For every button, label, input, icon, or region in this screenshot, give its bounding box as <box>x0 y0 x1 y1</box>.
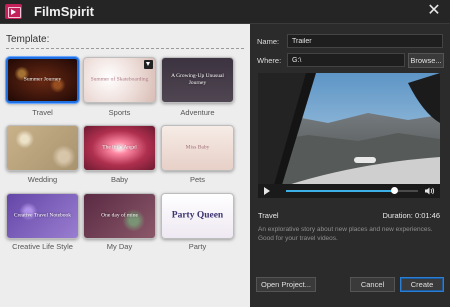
seek-progress <box>286 190 395 192</box>
tile-thumbnail-text: Summer of Skateboarding <box>90 76 149 83</box>
template-tile-baby[interactable]: The little Angel <box>83 125 156 171</box>
name-label: Name: <box>257 37 280 46</box>
tile-thumbnail-text: One day of mine <box>101 212 138 219</box>
template-label-party: Party <box>188 242 207 251</box>
film-logo-icon <box>5 4 22 19</box>
browse-button[interactable]: Browse... <box>408 53 444 68</box>
template-description: An explorative story about new places an… <box>258 226 433 242</box>
template-label-creative-life-style: Creative Life Style <box>12 242 73 251</box>
template-label-baby: Baby <box>110 175 129 184</box>
window-title: FilmSpirit <box>34 4 94 19</box>
template-tile-travel[interactable]: Summer Journey <box>6 57 79 103</box>
player-controls <box>258 184 440 198</box>
template-label-sports: Sports <box>108 108 131 117</box>
preview-frame <box>258 73 440 185</box>
cancel-button[interactable]: Cancel <box>350 277 395 292</box>
play-icon[interactable] <box>264 187 270 195</box>
template-label-wedding: Wedding <box>27 175 58 184</box>
template-duration: Duration: 0:01:46 <box>382 211 440 220</box>
heading-divider <box>6 48 244 49</box>
template-label-pets: Pets <box>189 175 205 184</box>
tile-thumbnail-text: The little Angel <box>102 144 137 151</box>
template-label-travel: Travel <box>32 108 53 117</box>
template-heading: Template: <box>6 34 50 45</box>
video-preview[interactable] <box>258 73 440 185</box>
template-label-adventure: Adventure <box>180 108 215 117</box>
tile-thumbnail-text: Party Queen <box>171 210 224 221</box>
tile-thumbnail-text: A Growing-Up Unusual Journey <box>171 73 224 86</box>
template-tile-sports[interactable]: Summer of Skateboarding <box>83 57 156 103</box>
template-tile-adventure[interactable]: A Growing-Up Unusual Journey <box>161 57 234 103</box>
tile-thumbnail-text: Summer Journey <box>23 76 62 83</box>
where-field[interactable] <box>287 53 405 67</box>
seek-handle[interactable] <box>391 187 399 194</box>
create-button[interactable]: Create <box>400 277 444 292</box>
close-icon[interactable]: ✕ <box>426 2 442 20</box>
template-tile-creative-life-style[interactable]: Creative Travel Notebook <box>6 193 79 239</box>
tile-thumbnail-text: Miss Baby <box>185 144 210 151</box>
duration-value: 0:01:46 <box>414 211 440 220</box>
title-bar: FilmSpirit ✕ <box>0 0 450 24</box>
template-tile-pets[interactable]: Miss Baby <box>161 125 234 171</box>
open-project-button[interactable]: Open Project... <box>256 277 316 292</box>
where-label: Where: <box>257 56 282 65</box>
duration-label: Duration: <box>382 211 413 220</box>
volume-icon[interactable] <box>425 187 435 195</box>
template-tile-wedding[interactable] <box>6 125 79 171</box>
template-tile-my-day[interactable]: One day of mine <box>83 193 156 239</box>
name-field[interactable] <box>287 34 443 48</box>
seek-slider[interactable] <box>286 187 418 194</box>
project-panel: Name: Where: Browse... <box>250 24 450 307</box>
template-panel: Template: Summer Journey Travel Summer o… <box>0 24 250 307</box>
template-label-my-day: My Day <box>106 242 133 251</box>
template-info-title: Travel <box>258 211 279 220</box>
template-tile-party[interactable]: Party Queen <box>161 193 234 239</box>
download-icon[interactable] <box>144 60 153 69</box>
tile-thumbnail-text: Creative Travel Notebook <box>13 212 72 219</box>
